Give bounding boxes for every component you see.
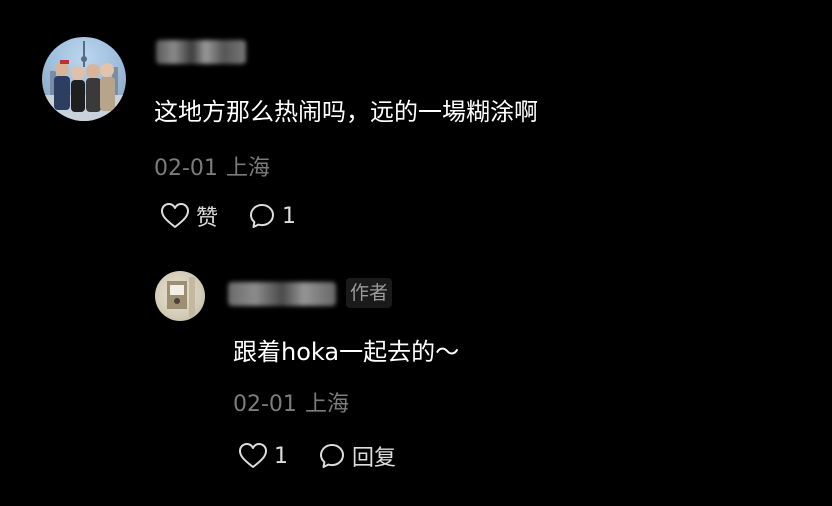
heart-outline-icon (239, 443, 267, 468)
reply-date: 02-01 (233, 392, 297, 417)
commenter-name-redacted[interactable] (156, 40, 246, 64)
reply-location: 上海 (304, 392, 349, 417)
author-badge: 作者 (346, 278, 393, 308)
commenter-avatar[interactable] (42, 37, 126, 121)
author-photo-icon (167, 277, 195, 317)
reply-label: 回复 (352, 446, 397, 471)
comment-actions: 赞 1 (160, 200, 296, 232)
comment-meta: 02-01 上海 (154, 150, 270, 182)
heart-outline-icon (161, 203, 189, 228)
comment-date: 02-01 (154, 156, 218, 181)
group-photo-icon (42, 41, 126, 121)
like-button[interactable]: 赞 (160, 200, 218, 232)
reply-like-count: 1 (274, 443, 288, 469)
author-name-redacted[interactable] (228, 282, 336, 306)
reply-meta: 02-01 上海 (233, 386, 349, 418)
comment-replies-button[interactable]: 1 (248, 202, 296, 230)
speech-bubble-icon (320, 444, 344, 468)
like-label: 赞 (196, 206, 219, 231)
comment-thread: 这地方那么热闹吗，远的一場糊涂啊 02-01 上海 赞 1 作者 跟着hoka一起… (0, 0, 832, 506)
speech-bubble-icon (250, 204, 275, 228)
comment-location: 上海 (225, 156, 270, 181)
reply-count: 1 (282, 203, 297, 229)
author-avatar[interactable] (155, 271, 205, 321)
comment-text: 这地方那么热闹吗，远的一場糊涂啊 (154, 98, 538, 126)
reply-like-button[interactable]: 1 (238, 442, 288, 470)
reply-text: 跟着hoka一起去的～ (233, 338, 460, 366)
reply-button[interactable]: 回复 (318, 440, 396, 472)
reply-actions: 1 回复 (238, 440, 396, 472)
